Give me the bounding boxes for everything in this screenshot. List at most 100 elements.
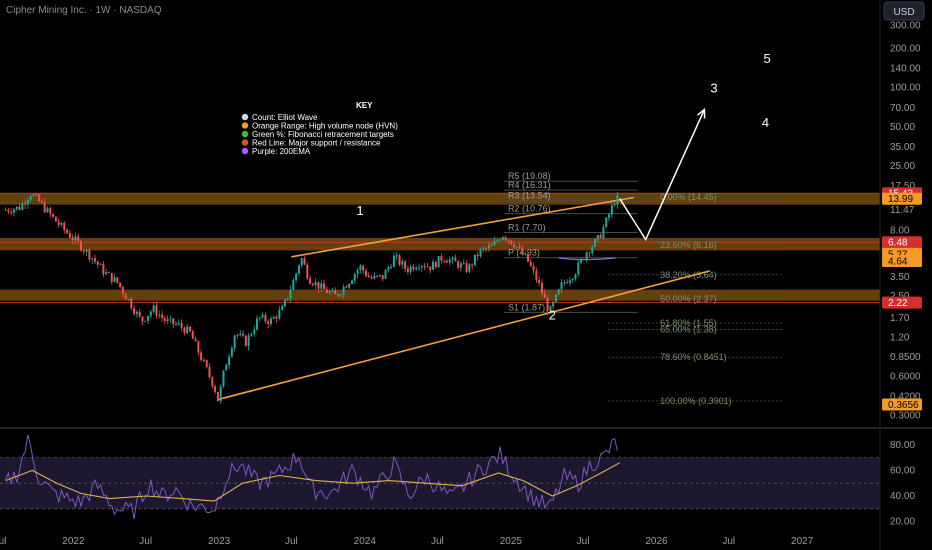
candle-body-140	[395, 255, 398, 257]
candle-body-203	[571, 278, 574, 281]
candle-body-60	[172, 318, 175, 324]
candle-body-196	[552, 301, 555, 307]
candle-body-175	[493, 240, 496, 246]
candle-body-115	[325, 289, 328, 294]
candle-body-142	[401, 261, 404, 265]
candle-body-86	[244, 335, 247, 346]
candle-body-158	[445, 260, 448, 263]
candle-body-132	[373, 275, 376, 279]
candle-body-183	[515, 246, 518, 248]
candle-body-1	[7, 209, 10, 212]
candle-body-90	[256, 318, 259, 330]
time-tick-2: Jul	[139, 536, 152, 547]
candle-body-121	[342, 286, 345, 295]
price-tick-19: 0.3000	[890, 411, 921, 422]
candle-body-118	[334, 290, 337, 295]
candle-body-172	[485, 248, 488, 250]
candle-body-13	[40, 201, 43, 203]
candle-body-177	[499, 239, 502, 241]
candle-body-170	[479, 248, 482, 257]
price-tick-7: 25.00	[890, 161, 915, 172]
candle-body-218	[613, 204, 616, 206]
candle-body-9	[29, 196, 32, 200]
candle-body-23	[68, 233, 71, 238]
candle-body-91	[258, 317, 261, 319]
candle-body-6	[21, 203, 24, 210]
price-tick-4: 70.00	[890, 103, 915, 114]
candle-body-178	[501, 236, 504, 240]
candle-body-72	[205, 360, 208, 368]
time-tick-0: Jul	[0, 536, 6, 547]
price-badge-2: 6.48	[888, 238, 908, 249]
candle-body-69	[197, 341, 200, 353]
candle-body-40	[116, 277, 119, 283]
candle-body-219	[616, 194, 619, 205]
currency-button[interactable]: USD	[883, 1, 925, 21]
wave-label-5: 5	[763, 51, 770, 66]
candle-body-160	[451, 257, 454, 260]
candle-body-97	[275, 316, 278, 319]
candle-body-4	[15, 206, 18, 210]
time-tick-1: 2022	[62, 536, 85, 547]
pivot-label-6: S1 (1.87)	[508, 302, 545, 312]
price-badge-6: 0.3656	[888, 400, 919, 411]
chart-title: Cipher Mining Inc. · 1W · NASDAQ	[6, 5, 162, 16]
candle-body-73	[208, 367, 211, 377]
candle-body-76	[216, 391, 219, 402]
candle-body-117	[331, 290, 334, 292]
candle-body-29	[85, 249, 88, 252]
legend-dot-4	[241, 147, 249, 155]
candle-body-214	[602, 227, 605, 239]
candle-body-120	[339, 294, 342, 296]
candle-body-70	[200, 352, 203, 361]
candle-body-164	[462, 263, 465, 265]
candle-body-14	[43, 202, 46, 213]
candle-body-18	[54, 216, 57, 222]
price-tick-1: 200.00	[890, 44, 921, 55]
candle-body-93	[264, 314, 267, 322]
candle-body-154	[434, 261, 437, 268]
currency-button-label[interactable]: USD	[893, 7, 914, 18]
candle-body-147	[415, 267, 418, 270]
candle-body-190	[535, 270, 538, 281]
candle-body-34	[99, 264, 102, 266]
candle-body-26	[77, 236, 80, 242]
candle-body-174	[490, 245, 493, 247]
candle-body-68	[194, 338, 197, 342]
candle-body-100	[283, 299, 286, 307]
wave-label-3: 3	[710, 80, 717, 95]
candle-body-31	[91, 258, 94, 260]
candle-body-152	[429, 266, 432, 270]
price-tick-6: 35.00	[890, 142, 915, 153]
candle-body-83	[236, 334, 239, 336]
hvn-band-1	[0, 237, 880, 251]
price-tick-9: 11.47	[890, 205, 915, 216]
candle-body-30	[88, 249, 91, 260]
candle-body-197	[554, 294, 557, 302]
candle-body-35	[102, 264, 105, 275]
candle-body-111	[314, 281, 317, 286]
time-tick-10: Jul	[722, 536, 735, 547]
price-tick-5: 50.00	[890, 122, 915, 133]
candle-body-5	[18, 206, 21, 210]
candle-body-128	[362, 265, 365, 271]
candle-body-89	[253, 329, 256, 335]
time-tick-3: 2023	[208, 536, 231, 547]
pivot-label-5: P (4.93)	[508, 248, 540, 258]
candle-body-71	[202, 360, 205, 362]
candle-body-212	[596, 235, 599, 239]
candle-body-113	[320, 283, 323, 289]
candle-body-193	[543, 293, 546, 298]
candle-body-126	[356, 270, 359, 275]
candle-body-41	[119, 282, 122, 288]
candle-body-32	[93, 258, 96, 262]
candle-body-191	[538, 280, 541, 283]
candle-body-43	[124, 293, 127, 300]
candle-body-104	[295, 273, 298, 281]
time-tick-4: Jul	[285, 536, 298, 547]
candle-body-209	[588, 252, 591, 254]
candle-body-133	[376, 275, 379, 277]
candle-body-77	[219, 386, 222, 402]
candle-body-163	[459, 263, 462, 268]
candle-body-161	[454, 257, 457, 262]
